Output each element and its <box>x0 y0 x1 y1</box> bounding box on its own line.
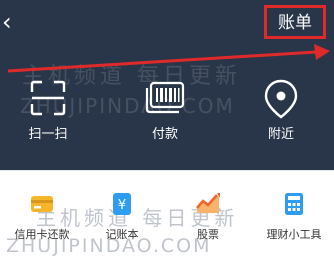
stock-label: 股票 <box>197 228 219 241</box>
wallet-header: ‹ 主机频道 每日更新 ZHUJIPINDAO.COM 账单 扫一扫 付款 附近 <box>0 0 334 170</box>
nearby-action[interactable]: 附近 <box>246 78 316 150</box>
ledger-label: 记账本 <box>105 228 139 241</box>
credit-card-icon <box>31 196 53 212</box>
nearby-label: 附近 <box>267 127 294 142</box>
scan-label: 扫一扫 <box>28 127 68 142</box>
payment-action[interactable]: 付款 <box>130 78 200 150</box>
scan-action[interactable]: 扫一扫 <box>13 78 83 150</box>
svg-text:¥: ¥ <box>118 198 126 213</box>
stock-chart-icon <box>196 193 220 213</box>
ledger-icon: ¥ <box>113 193 131 215</box>
scan-icon <box>30 80 66 116</box>
ledger-item[interactable]: ¥ 记账本 <box>80 191 164 251</box>
quick-tools: 主机频道 每日更新 ZHUJIPINDAO.COM 信用卡还款 ¥ 记账本 股票 <box>0 171 334 262</box>
location-pin-icon <box>264 79 298 119</box>
credit-card-repay-item[interactable]: 信用卡还款 <box>0 191 84 251</box>
finance-tools-label: 理财小工具 <box>266 228 322 241</box>
finance-tools-item[interactable]: 理财小工具 <box>252 191 334 251</box>
payment-code-icon <box>145 81 185 114</box>
stock-item[interactable]: 股票 <box>166 191 250 251</box>
annotation-arrow <box>7 44 330 73</box>
payment-label: 付款 <box>151 127 178 142</box>
credit-card-repay-label: 信用卡还款 <box>14 228 70 241</box>
calculator-icon <box>285 193 303 215</box>
